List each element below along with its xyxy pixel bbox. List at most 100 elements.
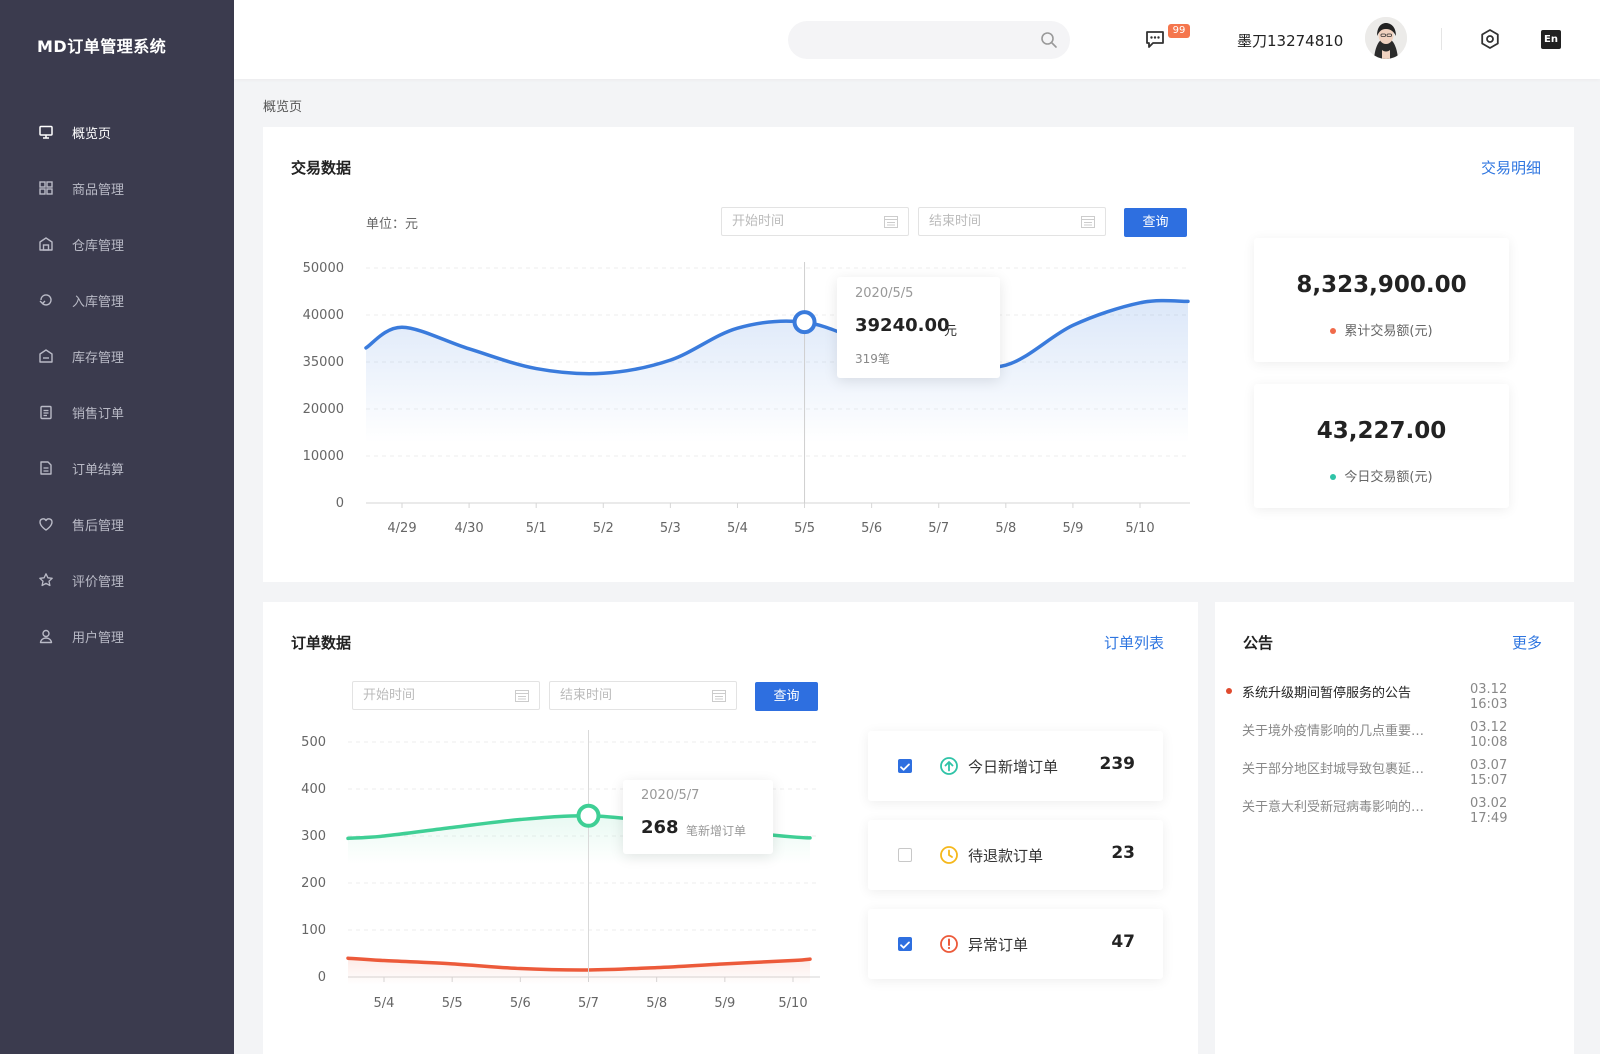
calendar-icon bbox=[884, 216, 898, 228]
breadcrumb: 概览页 bbox=[263, 100, 303, 115]
order-summary-row: 异常订单 47 bbox=[868, 909, 1163, 979]
sidebar-nav: 概览页 商品管理仓库管理入库管理库存管理销售订单 订单结算 售后管理评价管理用户管理 bbox=[0, 104, 234, 664]
sidebar-item[interactable]: 售后管理 bbox=[0, 496, 234, 552]
sidebar-item[interactable]: 评价管理 bbox=[0, 552, 234, 608]
sidebar-item-label: 用户管理 bbox=[72, 630, 125, 646]
orders-tooltip: 2020/5/7 268 笔新增订单 bbox=[623, 780, 773, 854]
start-date-placeholder: 开始时间 bbox=[363, 688, 416, 703]
heart-icon bbox=[38, 516, 54, 532]
notices-card bbox=[1215, 602, 1574, 1054]
language-toggle[interactable]: En bbox=[1541, 30, 1561, 49]
sidebar-item[interactable]: 订单结算 bbox=[0, 440, 234, 496]
y-tick-label: 40000 bbox=[303, 308, 344, 323]
x-tick-label: 5/8 bbox=[646, 996, 667, 1011]
x-tick-label: 5/2 bbox=[593, 521, 614, 536]
avatar[interactable] bbox=[1365, 17, 1407, 59]
sidebar-item[interactable]: 商品管理 bbox=[0, 160, 234, 216]
orders-start-date[interactable]: 开始时间 bbox=[352, 681, 540, 710]
x-tick-label: 5/7 bbox=[578, 996, 599, 1011]
unread-dot bbox=[1226, 688, 1232, 694]
y-tick-label: 0 bbox=[318, 970, 326, 985]
tooltip-unit: 笔新增订单 bbox=[686, 824, 747, 838]
alert-circle-icon bbox=[940, 935, 958, 953]
stat-label-text: 今日交易额(元) bbox=[1344, 470, 1433, 485]
sidebar-item[interactable]: 概览页 bbox=[0, 104, 234, 160]
sidebar-item[interactable]: 销售订单 bbox=[0, 384, 234, 440]
order-summary-count: 23 bbox=[1111, 843, 1135, 863]
orders-title: 订单数据 bbox=[291, 634, 352, 652]
orders-query-button[interactable]: 查询 bbox=[755, 682, 818, 711]
warehouse-icon bbox=[38, 236, 54, 252]
sidebar-item-label: 评价管理 bbox=[72, 574, 125, 590]
x-tick-label: 4/30 bbox=[454, 521, 483, 536]
search-input[interactable] bbox=[788, 21, 1070, 59]
notice-time: 03.12 10:08 bbox=[1470, 720, 1508, 750]
search-icon[interactable] bbox=[1040, 31, 1058, 49]
star-icon bbox=[38, 572, 54, 588]
message-badge: 99 bbox=[1168, 24, 1190, 38]
settings-icon[interactable] bbox=[1479, 28, 1501, 50]
orders-end-date[interactable]: 结束时间 bbox=[549, 681, 737, 710]
start-date-placeholder: 开始时间 bbox=[732, 214, 785, 229]
order-list-link[interactable]: 订单列表 bbox=[1104, 632, 1164, 653]
checkbox-checked[interactable] bbox=[898, 937, 912, 951]
sidebar-item-label: 仓库管理 bbox=[72, 238, 125, 254]
username[interactable]: 墨刀13274810 bbox=[1237, 30, 1343, 51]
transaction-detail-link[interactable]: 交易明细 bbox=[1481, 157, 1541, 178]
order-summary-label: 待退款订单 bbox=[968, 847, 1044, 865]
stat-value: 8,323,900.00 bbox=[1296, 272, 1467, 298]
y-tick-label: 200 bbox=[301, 876, 326, 891]
data-point-highlight bbox=[792, 310, 817, 335]
sidebar-item[interactable]: 库存管理 bbox=[0, 328, 234, 384]
notice-item[interactable]: 关于意大利受新冠病毒影响的通知 03.02 17:49 bbox=[1218, 794, 1548, 826]
tooltip-date: 2020/5/7 bbox=[641, 788, 700, 803]
y-tick-label: 0 bbox=[336, 496, 344, 511]
transaction-query-button[interactable]: 查询 bbox=[1124, 208, 1187, 237]
inbound-icon bbox=[38, 292, 54, 308]
checkbox-checked[interactable] bbox=[898, 759, 912, 773]
header-divider bbox=[1441, 28, 1442, 50]
unit-label: 单位：元 bbox=[366, 217, 419, 232]
sidebar-item[interactable]: 入库管理 bbox=[0, 272, 234, 328]
transaction-end-date[interactable]: 结束时间 bbox=[918, 207, 1106, 236]
settlement-icon bbox=[38, 460, 54, 476]
stat-label: 今日交易额(元) bbox=[1254, 466, 1509, 485]
data-point-highlight bbox=[576, 803, 601, 828]
order-summary-count: 239 bbox=[1099, 754, 1136, 774]
sidebar-item[interactable]: 用户管理 bbox=[0, 608, 234, 664]
tooltip-unit: 元 bbox=[944, 324, 958, 339]
stat-label: 累计交易额(元) bbox=[1254, 320, 1509, 339]
notices-title: 公告 bbox=[1243, 634, 1274, 652]
notice-item[interactable]: 关于境外疫情影响的几点重要通知 03.12 10:08 bbox=[1218, 718, 1548, 750]
x-tick-label: 5/9 bbox=[1062, 521, 1083, 536]
transaction-start-date[interactable]: 开始时间 bbox=[721, 207, 909, 236]
inventory-icon bbox=[38, 348, 54, 364]
orders-chart: 0 100 200 300 400 500 5/4 5/5 5/6 5/7 5/8 5/9 5/10 bbox=[301, 730, 820, 1011]
x-tick-label: 5/6 bbox=[510, 996, 531, 1011]
x-tick-label: 5/9 bbox=[714, 996, 735, 1011]
message-icon[interactable] bbox=[1144, 28, 1166, 50]
clock-icon bbox=[940, 846, 958, 864]
app-title: MD订单管理系统 bbox=[37, 37, 167, 56]
calendar-icon bbox=[1081, 216, 1095, 228]
calendar-icon bbox=[515, 690, 529, 702]
notice-item[interactable]: 系统升级期间暂停服务的公告 03.12 16:03 bbox=[1218, 680, 1548, 712]
x-tick-label: 5/3 bbox=[660, 521, 681, 536]
tooltip-count: 319笔 bbox=[855, 352, 890, 366]
checkbox-unchecked[interactable] bbox=[898, 848, 912, 862]
sidebar-item-label: 入库管理 bbox=[72, 294, 125, 310]
notices-more-link[interactable]: 更多 bbox=[1512, 632, 1542, 653]
notice-item[interactable]: 关于部分地区封城导致包裹延迟的说明 03.07 15:07 bbox=[1218, 756, 1548, 788]
order-summary-row: 待退款订单 23 bbox=[868, 820, 1163, 890]
legend-dot bbox=[1330, 473, 1337, 480]
transaction-title: 交易数据 bbox=[291, 159, 352, 177]
stat-card-total: 8,323,900.00 累计交易额(元) bbox=[1254, 238, 1509, 362]
top-header: 99 墨刀13274810 En bbox=[234, 0, 1600, 79]
sidebar: MD订单管理系统 概览页 商品管理仓库管理入库管理库存管理销售订单 订单结算 售后管理… bbox=[0, 0, 234, 1054]
stat-card-today: 43,227.00 今日交易额(元) bbox=[1254, 384, 1509, 508]
grid-icon bbox=[38, 180, 54, 196]
sidebar-item[interactable]: 仓库管理 bbox=[0, 216, 234, 272]
x-tick-label: 5/10 bbox=[1125, 521, 1154, 536]
sidebar-item-label: 库存管理 bbox=[72, 350, 125, 366]
tooltip-value: 39240.00 bbox=[855, 315, 950, 336]
